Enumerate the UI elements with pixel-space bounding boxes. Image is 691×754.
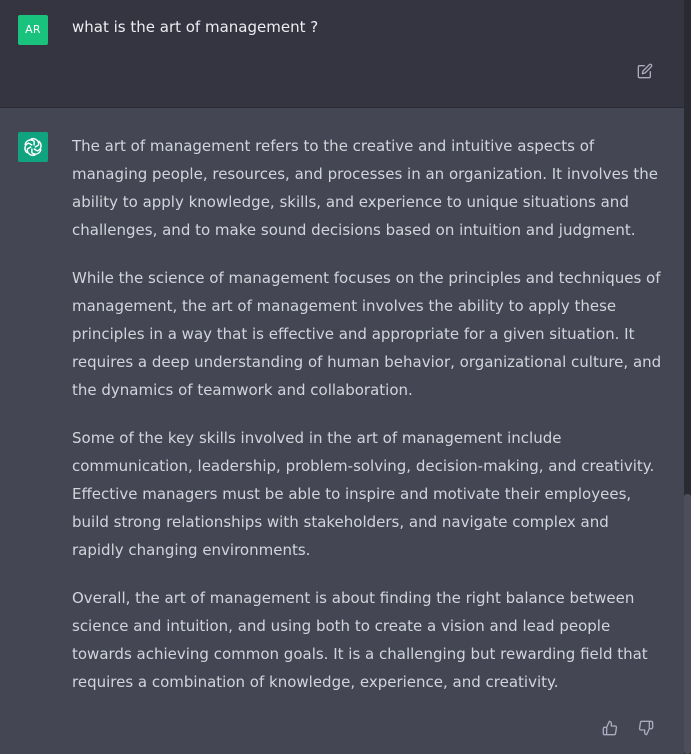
user-avatar: AR <box>18 15 48 45</box>
assistant-avatar <box>18 132 48 162</box>
scrollbar-thumb[interactable] <box>684 494 691 754</box>
edit-message-button[interactable] <box>636 62 654 80</box>
edit-icon <box>637 63 653 79</box>
thumbs-up-button[interactable] <box>601 719 619 737</box>
assistant-answer: The art of management refers to the crea… <box>72 132 664 716</box>
user-message: AR what is the art of management ? <box>0 0 684 108</box>
user-message-text: what is the art of management ? <box>72 18 319 36</box>
assistant-message: The art of management refers to the crea… <box>0 108 684 754</box>
openai-logo-icon <box>24 137 42 157</box>
answer-paragraph: Some of the key skills involved in the a… <box>72 429 655 559</box>
thumbs-up-icon <box>602 720 618 736</box>
answer-paragraph: The art of management refers to the crea… <box>72 137 659 239</box>
thumbs-down-icon <box>638 720 654 736</box>
chat-page: AR what is the art of management ? The a… <box>0 0 691 754</box>
answer-paragraph: While the science of management focuses … <box>72 269 662 399</box>
answer-paragraph: Overall, the art of management is about … <box>72 589 648 691</box>
thumbs-down-button[interactable] <box>637 719 655 737</box>
